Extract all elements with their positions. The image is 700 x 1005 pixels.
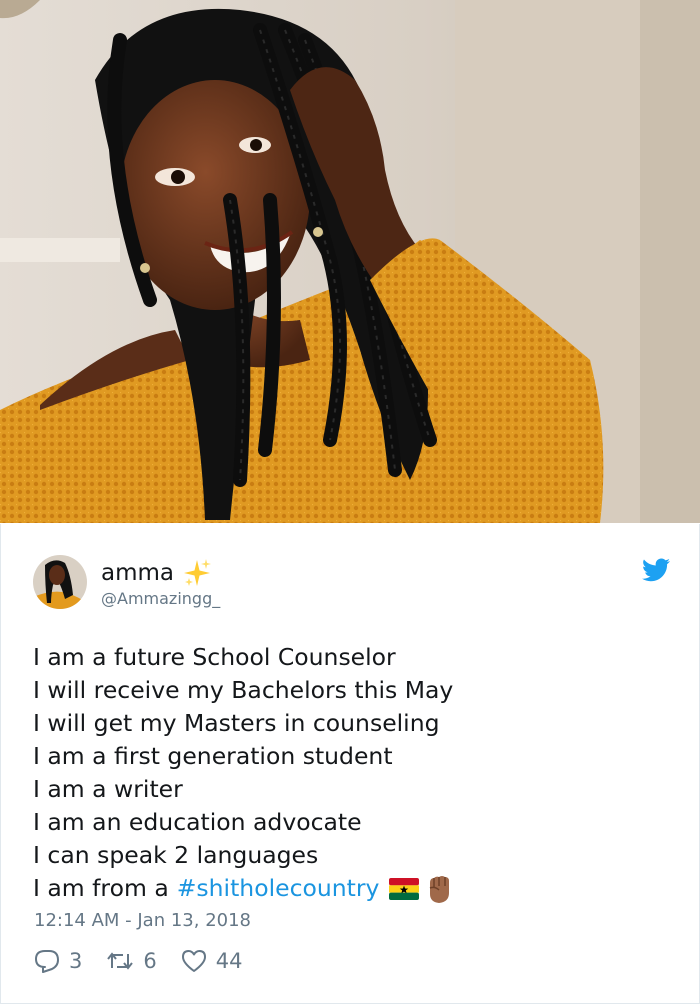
retweet-count: 6 [143,949,157,973]
heart-icon [181,950,206,972]
sparkles-icon [184,559,211,586]
tweet-timestamp[interactable]: 12:14 AM - Jan 13, 2018 [34,910,251,931]
tweet-line: I can speak 2 languages [33,841,319,869]
hashtag-link[interactable]: #shitholecountry [177,872,380,905]
retweet-button[interactable]: 6 [106,949,157,973]
reply-icon [35,950,59,973]
author-name-row: amma [101,558,212,588]
tweet-line: I am an education advocate [33,808,362,836]
tweet-line: I am a writer [33,775,183,803]
tweet-text: I am a future School Counselor I will re… [33,641,455,905]
tweet-line-text: I am from a [33,874,169,902]
tweet-line: I will receive my Bachelors this May [33,676,454,704]
tweet-card: amma @Ammazingg_ I am a future School Co… [0,524,700,1004]
reply-button[interactable]: 3 [34,949,82,973]
tweet-line: I am a future School Counselor [33,643,396,671]
display-name[interactable]: amma [101,560,174,586]
like-button[interactable]: 44 [181,949,243,973]
user-handle[interactable]: @Ammazingg_ [101,589,220,608]
tweet-photo[interactable] [0,0,700,523]
ghana-flag-icon [389,877,420,900]
tweet-actions: 3 6 44 [34,949,266,973]
avatar-image [33,555,87,609]
tweet-line: I am a first generation student [33,742,393,770]
avatar[interactable] [33,555,87,609]
like-count: 44 [215,949,243,973]
tweet-line: I will get my Masters in counseling [33,709,440,737]
reply-count: 3 [69,949,83,973]
twitter-bird-icon[interactable] [642,558,670,582]
raised-fist-icon [430,875,450,903]
retweet-icon [107,952,134,970]
tweet-last-line: I am from a #shitholecountry [33,872,455,905]
selfie-illustration [0,0,700,523]
